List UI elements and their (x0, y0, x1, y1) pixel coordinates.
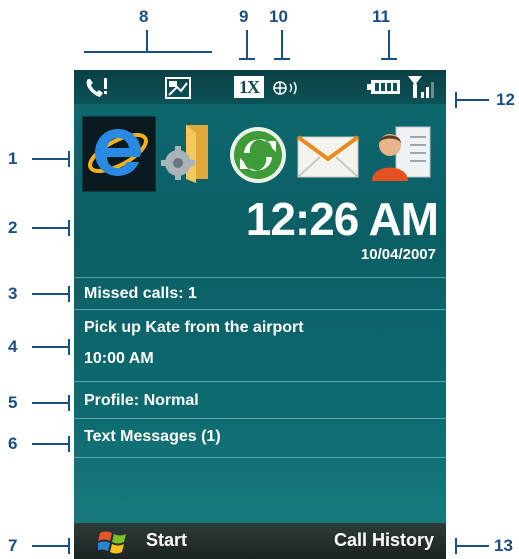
contacts-icon[interactable] (370, 119, 438, 187)
callout-line-9-bar (239, 58, 255, 60)
callout-line-11 (388, 30, 390, 60)
callout-line-10 (281, 30, 283, 60)
missed-call-icon[interactable] (84, 76, 110, 100)
callout-line-4-cap (68, 339, 70, 355)
1x-data-label: 1X (239, 77, 260, 97)
callout-11: 11 (372, 7, 390, 26)
text-messages-label: Text Messages (1) (84, 428, 221, 445)
callout-line-12 (455, 99, 489, 101)
callout-5: 5 (8, 393, 18, 412)
clock-date: 10/04/2007 (360, 246, 436, 263)
callout-line-2 (32, 227, 70, 229)
call-history-softkey[interactable]: Call History (276, 523, 446, 559)
callout-line-1 (32, 158, 70, 160)
callout-line-7-cap (68, 538, 70, 554)
callout-line-10-bar (274, 58, 290, 60)
callout-12: 12 (496, 90, 515, 109)
callout-6: 6 (8, 434, 18, 453)
callout-line-5-cap (68, 395, 70, 411)
callout-line-3 (32, 293, 70, 295)
callout-9: 9 (239, 7, 249, 26)
application-icon-row (74, 107, 446, 195)
callout-4: 4 (8, 337, 18, 356)
activesync-icon[interactable] (224, 119, 292, 187)
callout-8: 8 (139, 7, 149, 26)
callout-line-7 (32, 545, 70, 547)
clock-time[interactable]: 12:26 AM (246, 196, 439, 242)
internet-explorer-icon[interactable] (84, 119, 152, 187)
callout-line-8-stem (146, 30, 148, 52)
callout-line-4 (32, 346, 70, 348)
text-messages-item[interactable]: Text Messages (1) (74, 418, 446, 458)
status-bar: 1X (74, 70, 446, 104)
callout-line-5 (32, 402, 70, 404)
callout-line-8-bar (84, 51, 212, 53)
appointment-item[interactable]: Pick up Kate from the airport 10:00 AM (74, 309, 446, 382)
device-screen: 1X 12:26 AM 10/04/2007 Missed calls: 1 P… (74, 70, 446, 559)
appointment-time: 10:00 AM (84, 350, 154, 367)
soft-key-bar: Start Call History (74, 523, 446, 559)
profile-item[interactable]: Profile: Normal (74, 381, 446, 419)
messaging-envelope-icon[interactable] (294, 119, 362, 187)
callout-line-13 (455, 545, 489, 547)
callout-line-9 (246, 30, 248, 60)
callout-10: 10 (269, 7, 288, 26)
callout-13: 13 (494, 536, 513, 555)
profile-label: Profile: Normal (84, 392, 199, 409)
callout-2: 2 (8, 218, 18, 237)
callout-line-12-cap (455, 92, 457, 108)
appointment-title: Pick up Kate from the airport (84, 319, 304, 336)
call-history-label: Call History (333, 530, 434, 550)
callout-7: 7 (8, 536, 18, 555)
windows-flag-icon (98, 531, 126, 554)
sim-manager-icon[interactable] (165, 77, 191, 99)
callout-1: 1 (8, 149, 18, 168)
callout-line-6-cap (68, 436, 70, 452)
callout-line-11-bar (381, 58, 397, 60)
signal-strength-icon[interactable] (406, 74, 436, 100)
missed-calls-label: Missed calls: 1 (84, 285, 197, 302)
1x-data-icon[interactable]: 1X (234, 76, 264, 98)
start-label: Start (146, 530, 188, 550)
missed-calls-item[interactable]: Missed calls: 1 (74, 277, 446, 310)
battery-icon[interactable] (367, 79, 401, 95)
callout-line-6 (32, 443, 70, 445)
callout-line-1-cap (68, 151, 70, 167)
callout-3: 3 (8, 284, 18, 303)
start-softkey[interactable]: Start (82, 523, 222, 559)
callout-line-3-cap (68, 286, 70, 302)
callout-line-13-cap (455, 538, 457, 554)
settings-folder-icon[interactable] (156, 119, 224, 187)
callout-line-2-cap (68, 220, 70, 236)
roaming-icon[interactable] (272, 78, 302, 98)
